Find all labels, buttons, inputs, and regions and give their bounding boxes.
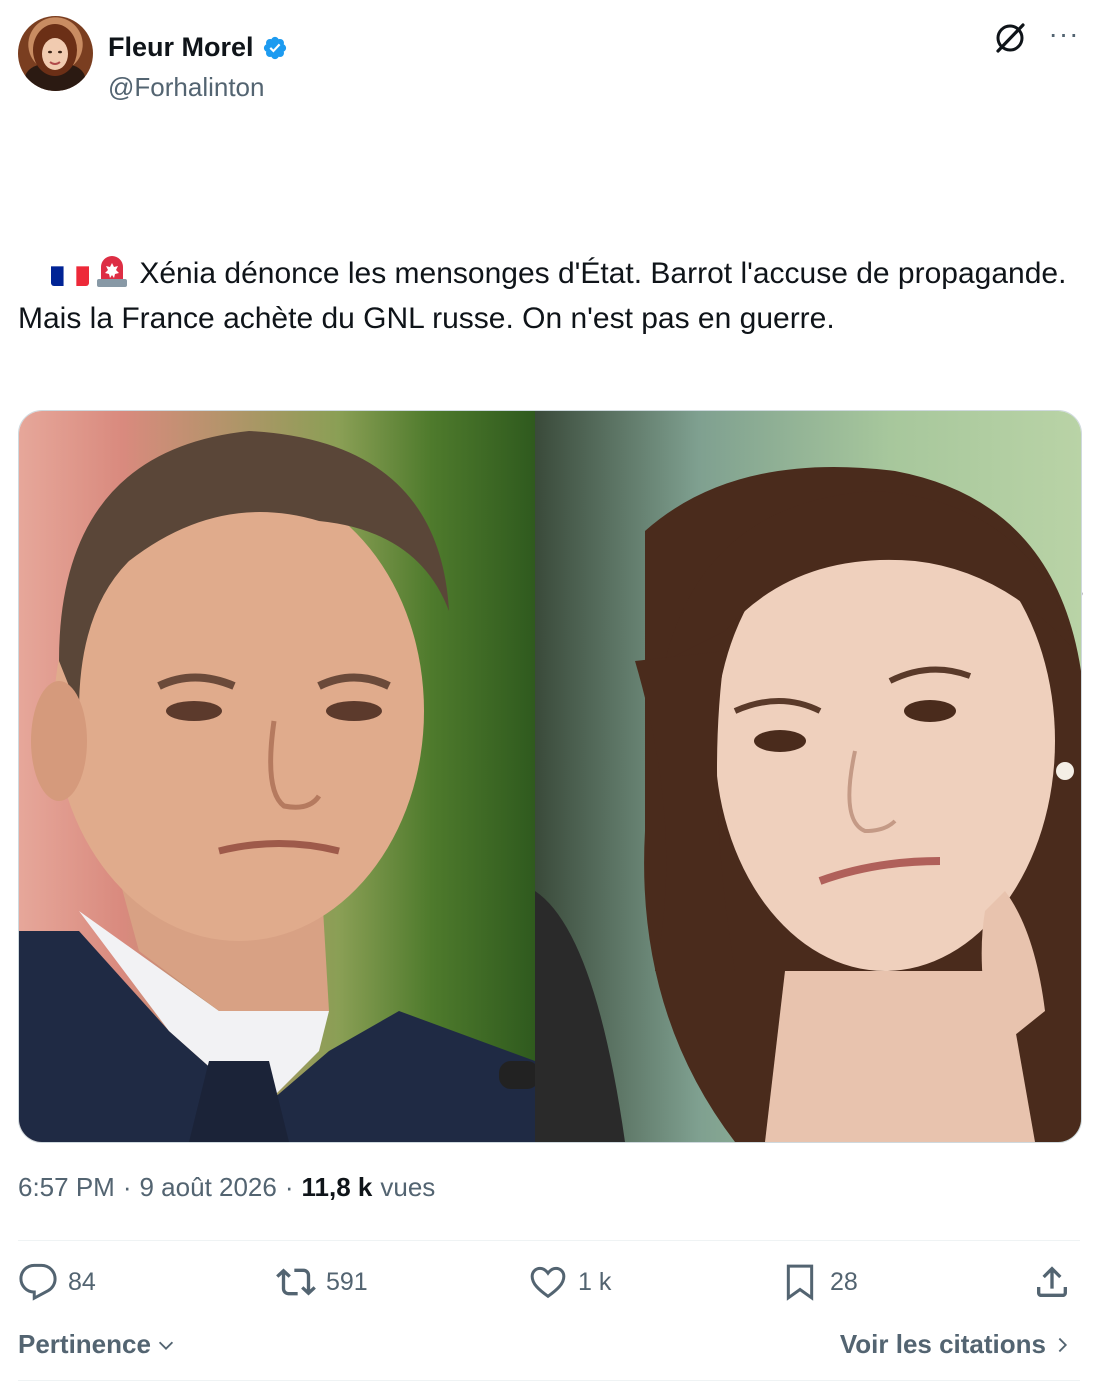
tweet-media[interactable] bbox=[18, 410, 1082, 1143]
avatar[interactable] bbox=[18, 16, 93, 91]
tweet-meta: 6:57 PM · 9 août 2026 · 11,8 k vues bbox=[18, 1172, 435, 1203]
photo-man[interactable] bbox=[19, 411, 535, 1142]
repost-icon bbox=[276, 1268, 316, 1296]
author-handle[interactable]: @Forhalinton bbox=[108, 72, 264, 103]
chevron-down-icon bbox=[158, 1341, 174, 1350]
author-name[interactable]: Fleur Morel bbox=[108, 32, 254, 63]
views-count: 11,8 k bbox=[301, 1172, 373, 1202]
photo-woman[interactable] bbox=[535, 411, 1081, 1142]
share-button[interactable] bbox=[1032, 1262, 1072, 1302]
divider-mid bbox=[18, 1318, 1080, 1319]
french-flag-icon bbox=[51, 260, 90, 286]
bookmark-button[interactable]: 28 bbox=[780, 1262, 858, 1302]
replies-footer: Pertinence Voir les citations bbox=[18, 1325, 1080, 1365]
quotes-label: Voir les citations bbox=[839, 1329, 1046, 1359]
meta-separator: · bbox=[122, 1172, 132, 1202]
tweet-text-line-1: Xénia dénonce les mensonges d'État. Barr… bbox=[18, 257, 1075, 335]
more-options-icon[interactable]: ··· bbox=[1046, 20, 1082, 56]
repost-button[interactable]: 591 bbox=[276, 1262, 368, 1302]
like-button[interactable]: 1 k bbox=[528, 1262, 611, 1302]
tweet-header: Fleur Morel @Forhalinton ··· bbox=[18, 16, 1082, 102]
bookmark-icon bbox=[786, 1264, 814, 1301]
rotating-light-icon bbox=[93, 251, 131, 289]
divider-top bbox=[18, 1240, 1080, 1241]
action-bar: 84 591 1 k 28 bbox=[18, 1262, 1080, 1310]
heart-icon bbox=[530, 1266, 566, 1299]
sort-label: Pertinence bbox=[18, 1329, 151, 1359]
reply-icon bbox=[19, 1263, 57, 1301]
like-count: 1 k bbox=[578, 1267, 612, 1296]
sort-dropdown[interactable]: Pertinence bbox=[18, 1329, 177, 1360]
verified-badge-icon bbox=[263, 36, 286, 59]
bookmark-count: 28 bbox=[830, 1267, 858, 1296]
share-icon bbox=[1037, 1266, 1067, 1297]
reply-button[interactable]: 84 bbox=[18, 1262, 96, 1302]
tweet-date[interactable]: 9 août 2026 bbox=[140, 1172, 277, 1203]
reply-count: 84 bbox=[68, 1267, 96, 1296]
divider-bottom bbox=[18, 1380, 1080, 1381]
tweet-paragraph-1: Xénia dénonce les mensonges d'État. Barr… bbox=[18, 206, 1088, 386]
view-quotes-link[interactable]: Voir les citations bbox=[840, 1329, 1072, 1360]
tweet-time[interactable]: 6:57 PM bbox=[18, 1172, 115, 1203]
repost-count: 591 bbox=[326, 1267, 368, 1296]
views-label: vues bbox=[380, 1172, 436, 1202]
meta-separator-2: · bbox=[284, 1172, 294, 1202]
chevron-right-icon bbox=[1058, 1337, 1068, 1352]
grok-icon[interactable] bbox=[990, 18, 1030, 58]
